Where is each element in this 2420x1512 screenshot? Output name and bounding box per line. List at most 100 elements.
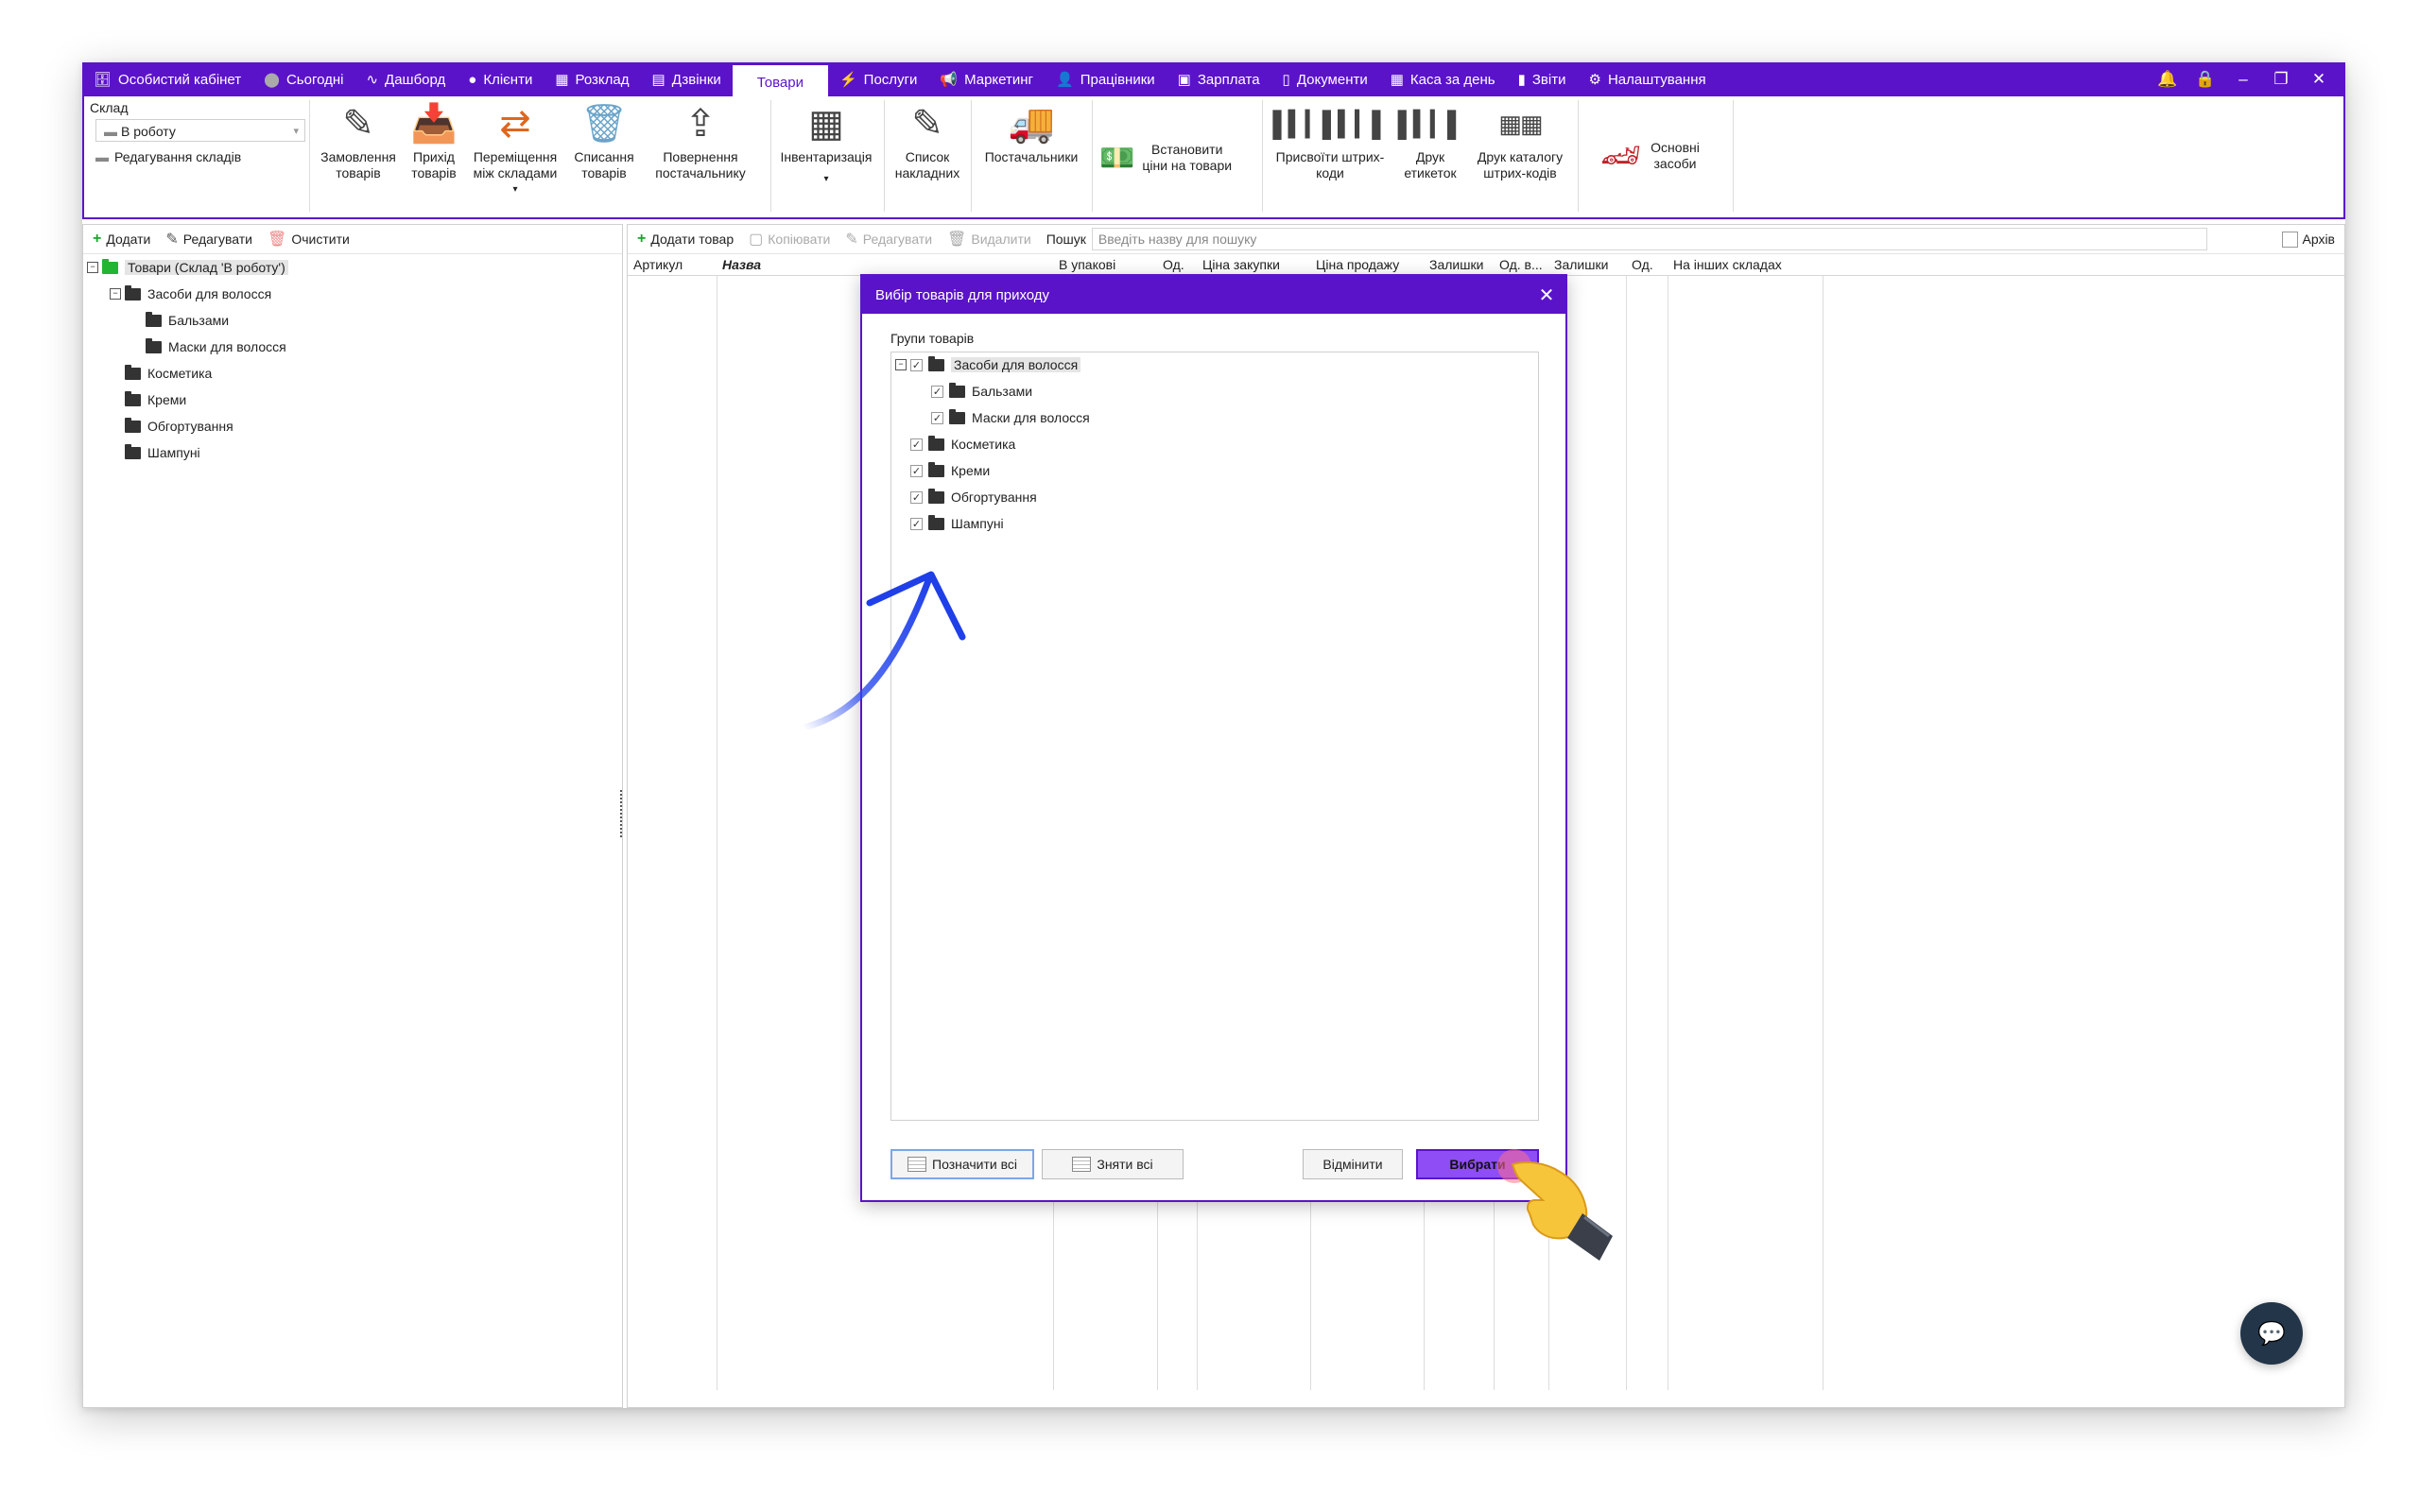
column-stock-2[interactable]: Залишки — [1548, 254, 1626, 275]
checkbox-checked-icon[interactable]: ✓ — [931, 385, 943, 398]
column-name[interactable]: Назва — [717, 254, 1053, 275]
minimize-icon[interactable]: – — [2224, 70, 2262, 89]
tree-item-balms[interactable]: Бальзами — [146, 310, 229, 331]
transfer-between-warehouses-button[interactable]: ⇄ Переміщення між складами ▾ — [466, 102, 564, 198]
restore-icon[interactable]: ❐ — [2262, 70, 2300, 89]
tree-item-root[interactable]: − Товари (Склад 'В роботу') — [87, 257, 288, 278]
checkbox-checked-icon[interactable]: ✓ — [910, 517, 923, 530]
lock-icon[interactable]: 🔒 — [2187, 70, 2224, 89]
collapse-icon[interactable]: − — [110, 288, 121, 300]
dlg-tree-item-hair[interactable]: − ✓ Засоби для волосся — [895, 354, 1081, 375]
print-labels-button[interactable]: ▌▍▎▌ Друк етикеток — [1396, 102, 1465, 181]
plus-icon: + — [637, 231, 647, 247]
edit-warehouses-link[interactable]: ▬ Редагування складів — [95, 149, 241, 164]
suppliers-button[interactable]: 🚚 Постачальники — [975, 102, 1088, 165]
fixed-assets-button[interactable]: 🏎 Основні засоби — [1600, 140, 1700, 172]
ribbon-separator — [770, 100, 771, 212]
goods-receipt-button[interactable]: 📥 Прихід товарів — [406, 102, 462, 181]
return-to-supplier-button[interactable]: ⇪ Повернення постачальнику — [646, 102, 755, 181]
assign-barcodes-button[interactable]: ▌▍▎▌▍▎▌ Присвоїти штрих-коди — [1268, 102, 1392, 181]
warehouse-select[interactable]: ▬ В роботу ▾ — [95, 119, 305, 142]
column-stock[interactable]: Залишки — [1424, 254, 1494, 275]
cancel-button[interactable]: Відмінити — [1303, 1149, 1403, 1179]
nav-clients[interactable]: ● Клієнти — [457, 62, 544, 96]
tree-label: Косметика — [951, 437, 1016, 452]
nav-services[interactable]: ⚡ Послуги — [828, 62, 928, 96]
tree-item-masks[interactable]: Маски для волосся — [146, 336, 286, 357]
column-unit-2[interactable]: Од. — [1626, 254, 1668, 275]
add-group-button[interactable]: + Додати — [93, 231, 150, 248]
checkbox-checked-icon[interactable]: ✓ — [910, 490, 923, 504]
tree-label: Креми — [147, 392, 187, 407]
button-label: Відмінити — [1322, 1157, 1383, 1172]
nav-today[interactable]: ⬤ Сьогодні — [252, 62, 354, 96]
folder-icon — [125, 390, 141, 406]
collapse-icon[interactable]: − — [87, 262, 98, 273]
close-icon[interactable]: ✕ — [1528, 284, 1565, 307]
checkbox-checked-icon[interactable]: ✓ — [910, 464, 923, 477]
archive-checkbox[interactable]: Архів — [2282, 231, 2335, 248]
clear-button[interactable]: 🗑 Очистити — [268, 230, 350, 249]
set-prices-button[interactable]: 💵 Встановити ціни на товари — [1099, 142, 1232, 174]
nav-settings[interactable]: ⚙ Налаштування — [1577, 62, 1717, 96]
nav-schedule[interactable]: ▦ Розклад — [544, 62, 640, 96]
nav-cash-day[interactable]: ▦ Каса за день — [1379, 62, 1507, 96]
nav-calls[interactable]: ▤ Дзвінки — [641, 62, 733, 96]
chat-support-button[interactable]: 💬 — [2240, 1302, 2303, 1365]
nav-label: Дашборд — [385, 71, 446, 88]
nav-label: Працівники — [1080, 71, 1155, 88]
tree-item-cosmetics[interactable]: Косметика — [125, 363, 212, 384]
money-icon: ▣ — [1177, 72, 1191, 88]
invoice-list-button[interactable]: ✎ Список накладних — [888, 102, 967, 181]
nav-reports[interactable]: ▮ Звіти — [1507, 62, 1578, 96]
column-other-warehouses[interactable]: На інших складах — [1668, 254, 1823, 275]
select-all-button[interactable]: Позначити всі — [890, 1149, 1034, 1179]
search-input[interactable]: Введіть назву для пошуку — [1091, 228, 2207, 250]
print-barcode-catalog-button[interactable]: ▦▦ Друк каталогу штрих-кодів — [1468, 102, 1572, 181]
tree-label: Обгортування — [951, 490, 1037, 505]
tree-item-creams[interactable]: Креми — [125, 389, 186, 410]
button-label: товарів — [336, 165, 381, 180]
dlg-tree-item-balms[interactable]: ✓ Бальзами — [931, 381, 1032, 402]
checkbox-checked-icon[interactable]: ✓ — [910, 438, 923, 451]
edit-goods-button[interactable]: ✎ Редагувати — [845, 230, 932, 249]
nav-documents[interactable]: ▯ Документи — [1271, 62, 1379, 96]
copy-button[interactable]: ▢ Копіювати — [749, 230, 830, 249]
nav-marketing[interactable]: 📢 Маркетинг — [928, 62, 1045, 96]
button-label: коди — [1316, 165, 1344, 180]
nav-dashboard[interactable]: ∿ Дашборд — [354, 62, 457, 96]
collapse-icon[interactable]: − — [895, 359, 907, 370]
panel-splitter[interactable] — [620, 790, 626, 837]
column-in-package[interactable]: В упакові — [1053, 254, 1157, 275]
dlg-tree-item-masks[interactable]: ✓ Маски для волосся — [931, 407, 1090, 428]
dlg-tree-item-cosmetics[interactable]: ✓ Косметика — [910, 434, 1015, 455]
tree-item-hair[interactable]: − Засоби для волосся — [110, 284, 271, 304]
checkbox-checked-icon[interactable]: ✓ — [931, 411, 943, 424]
bell-icon[interactable]: 🔔 — [2149, 70, 2187, 89]
column-article[interactable]: Артикул — [628, 254, 717, 275]
dlg-tree-item-creams[interactable]: ✓ Креми — [910, 460, 990, 481]
write-off-goods-button[interactable]: 🗑 Списання товарів — [568, 102, 640, 181]
dlg-tree-item-wraps[interactable]: ✓ Обгортування — [910, 487, 1037, 507]
nav-personal-cabinet[interactable]: 🗄 Особистий кабінет — [82, 62, 252, 96]
tree-item-shampoos[interactable]: Шампуні — [125, 442, 200, 463]
add-goods-button[interactable]: + Додати товар — [637, 231, 734, 248]
column-purchase-price[interactable]: Ціна закупки — [1197, 254, 1310, 275]
column-unit-in[interactable]: Од. в... — [1494, 254, 1548, 275]
column-unit[interactable]: Од. — [1157, 254, 1197, 275]
inventory-button[interactable]: ▦ Інвентаризація ▾ — [772, 102, 880, 187]
dlg-tree-item-shampoos[interactable]: ✓ Шампуні — [910, 513, 1004, 534]
deselect-all-button[interactable]: Зняти всі — [1042, 1149, 1184, 1179]
delete-button[interactable]: 🗑 Видалити — [947, 230, 1031, 249]
column-sale-price[interactable]: Ціна продажу — [1310, 254, 1424, 275]
close-icon[interactable]: ✕ — [2300, 70, 2338, 89]
nav-salary[interactable]: ▣ Зарплата — [1167, 62, 1271, 96]
order-goods-button[interactable]: ✎ Замовлення товарів — [315, 102, 402, 181]
tree-item-wraps[interactable]: Обгортування — [125, 416, 233, 437]
nav-goods[interactable]: Товари — [732, 65, 828, 99]
nav-employees[interactable]: 👤 Працівники — [1045, 62, 1167, 96]
edit-group-button[interactable]: ✎ Редагувати — [165, 230, 252, 249]
checkbox-checked-icon[interactable]: ✓ — [910, 358, 923, 371]
ribbon-separator — [1578, 100, 1579, 212]
user-circle-icon: ● — [468, 71, 477, 88]
